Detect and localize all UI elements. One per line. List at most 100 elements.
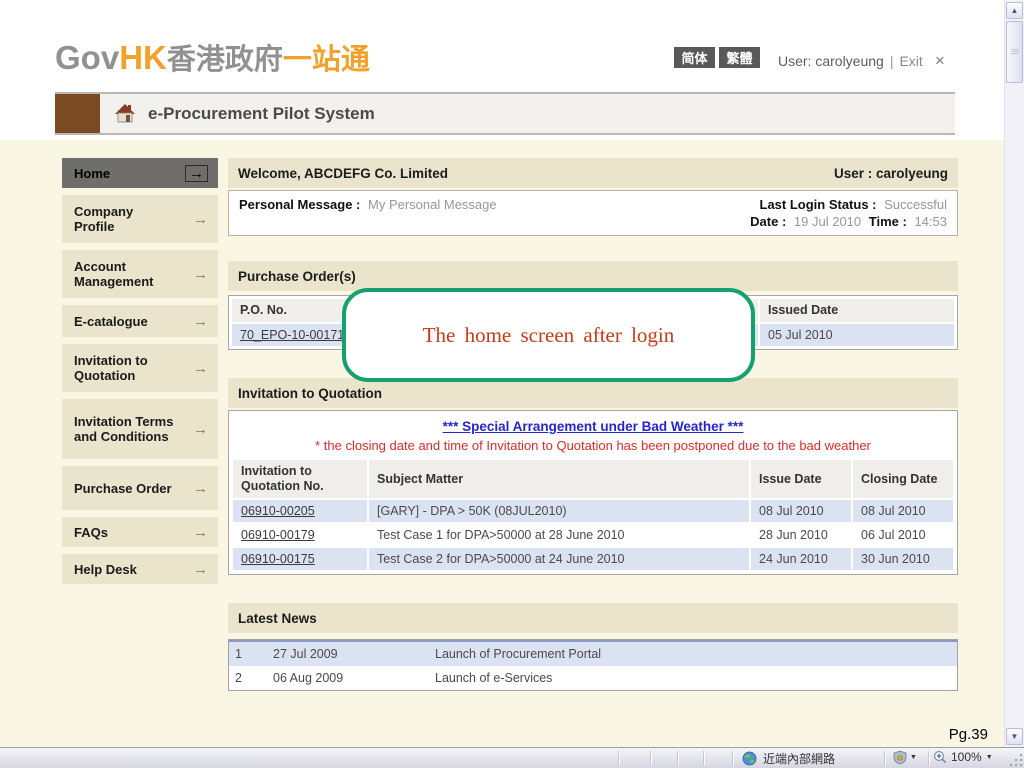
news-title: Launch of e-Services [435,671,553,685]
banner-brown-block [55,94,100,133]
status-bar: 近端內部網路 ▼ 100% ▼ [0,747,1024,768]
exit-link[interactable]: Exit [899,53,922,69]
close-icon[interactable]: × [935,51,945,71]
statusbar-separator [703,751,704,765]
news-number: 2 [235,671,242,685]
logo-chinese-gray: 香港政府 [166,44,283,76]
protected-mode-button[interactable]: ▼ [893,750,917,765]
user-session-row: User: carolyeung | Exit × [778,51,945,71]
iq-number-link[interactable]: 06910-00205 [241,504,315,518]
annotation-callout: The home screen after login [342,288,755,382]
personal-message-value: My Personal Message [368,197,497,212]
table-row: 06910-00175 Test Case 2 for DPA>50000 at… [233,548,953,570]
col-closing-date: Closing Date [853,460,953,498]
sidebar-item-label: Invitation to Quotation [74,353,148,383]
arrow-right-icon: → [185,164,208,182]
arrow-right-icon: → [193,210,208,228]
welcome-user: User : carolyeung [833,165,948,181]
po-number-link[interactable]: 70_EPO-10-00171 [240,328,344,342]
sidebar-item-label: Home [74,165,111,181]
sidebar-item-label: Account Management [74,259,154,289]
sidebar-item-company-profile[interactable]: Company Profile → [62,195,218,243]
col-issued-date: Issued Date [760,299,954,322]
purchase-orders-header: Purchase Order(s) [228,261,958,291]
shield-icon [893,750,907,765]
subject-cell: Test Case 1 for DPA>50000 at 28 June 201… [377,528,625,542]
issue-date-cell: 24 Jun 2010 [751,548,851,570]
subject-cell: Test Case 2 for DPA>50000 at 24 June 201… [369,548,749,570]
table-header-row: Invitation to Quotation No. Subject Matt… [233,460,953,498]
personal-message-label: Personal Message : [239,197,361,212]
statusbar-separator [732,751,733,765]
iq-number-link[interactable]: 06910-00175 [241,552,315,566]
section-title: Invitation to Quotation [238,385,382,401]
sidebar-item-invitation-terms[interactable]: Invitation Terms and Conditions → [62,399,218,459]
vertical-scrollbar[interactable]: ▲ ▼ [1004,0,1024,747]
slide-page-number: Pg.39 [948,726,988,743]
arrow-right-icon: → [193,523,208,541]
latest-news-header: Latest News [228,603,958,633]
logo-chinese-orange: 一站通 [282,44,370,76]
login-status: Last Login Status : Successful Date : 19… [746,196,947,230]
sidebar-item-home[interactable]: Home → [62,158,218,188]
col-subject-matter: Subject Matter [369,460,749,498]
app-title: e-Procurement Pilot System [148,103,375,123]
news-row: 2 06 Aug 2009 Launch of e-Services [229,666,957,690]
invitation-header: Invitation to Quotation [228,378,958,408]
security-zone-indicator: 近端內部網路 [742,750,835,767]
sidebar-item-e-catalogue[interactable]: E-catalogue → [62,305,218,337]
time-label: Time : [868,214,907,229]
arrow-right-icon: → [193,312,208,330]
personal-message: Personal Message : My Personal Message [239,196,497,230]
bad-weather-notice: * the closing date and time of Invitatio… [315,438,871,453]
zone-text: 近端內部網路 [763,752,836,766]
lang-traditional-button[interactable]: 繁體 [719,47,760,68]
zoom-in-icon [934,751,947,764]
issue-date-cell: 08 Jul 2010 [751,500,851,522]
scroll-down-button[interactable]: ▼ [1006,728,1023,745]
arrow-right-icon: → [193,359,208,377]
sidebar-item-label: Help Desk [74,561,137,577]
sidebar-item-label: E-catalogue [74,313,148,329]
time-value: 14:53 [914,214,947,229]
scroll-up-button[interactable]: ▲ [1006,2,1023,19]
sidebar-item-invitation-to-quotation[interactable]: Invitation to Quotation → [62,344,218,392]
sidebar-item-faqs[interactable]: FAQs → [62,517,218,547]
closing-date-cell: 06 Jul 2010 [861,528,926,542]
statusbar-separator [618,751,619,765]
arrow-right-icon: → [193,560,208,578]
sidebar-item-purchase-order[interactable]: Purchase Order → [62,466,218,510]
issue-date-cell: 28 Jun 2010 [759,528,828,542]
logo-gov: Gov [55,39,120,76]
lang-simplified-button[interactable]: 简体 [674,47,715,68]
sidebar-item-account-management[interactable]: Account Management → [62,250,218,298]
main-content: Welcome, ABCDEFG Co. Limited User : caro… [228,158,958,691]
col-iq-no: Invitation to Quotation No. [233,460,367,498]
iq-number-link[interactable]: 06910-00179 [241,528,315,542]
login-status-label: Last Login Status : [759,197,877,212]
latest-news-table: 1 27 Jul 2009 Launch of Procurement Port… [228,639,958,691]
date-value: 19 Jul 2010 [793,214,862,229]
special-arrangement-line: *** Special Arrangement under Bad Weathe… [231,415,955,435]
arrow-right-icon: → [193,479,208,497]
welcome-bar: Welcome, ABCDEFG Co. Limited User : caro… [228,158,958,188]
sidebar-item-label: Company Profile [74,204,134,234]
arrow-right-icon: → [193,420,208,438]
statusbar-separator [884,751,885,765]
resize-grip [1020,764,1022,766]
section-title: Latest News [238,610,317,626]
sidebar-item-help-desk[interactable]: Help Desk → [62,554,218,584]
scrollbar-thumb[interactable] [1006,21,1023,83]
divider: | [889,53,894,69]
col-issue-date: Issue Date [751,460,851,498]
zoom-control[interactable]: 100% ▼ [933,750,993,764]
app-banner: e-Procurement Pilot System [55,92,955,135]
sidebar-item-label: Invitation Terms and Conditions [74,414,174,444]
news-title: Launch of Procurement Portal [429,641,957,666]
special-arrangement-link[interactable]: *** Special Arrangement under Bad Weathe… [443,419,744,434]
closing-date-cell: 30 Jun 2010 [853,548,953,570]
statusbar-separator [677,751,678,765]
screen: GovHK香港政府一站通 简体 繁體 User: carolyeung | Ex… [0,0,1024,768]
home-house-icon [114,103,136,125]
table-row: 06910-00205 [GARY] - DPA > 50K (08JUL201… [233,500,953,522]
